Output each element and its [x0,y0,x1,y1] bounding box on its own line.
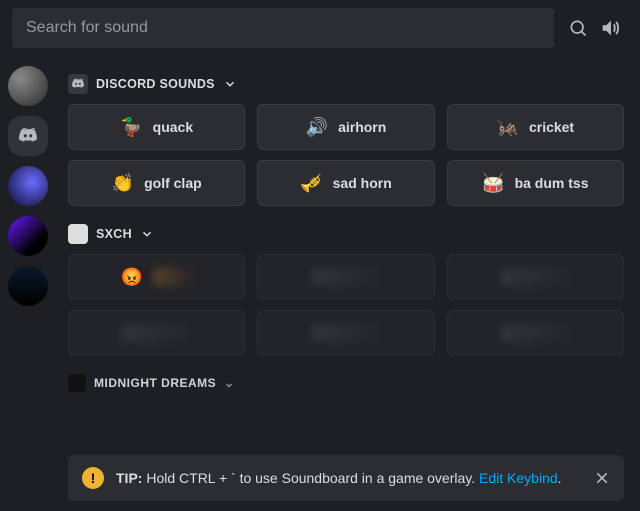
duck-icon: 🦆 [120,118,142,136]
sound-sad-horn[interactable]: 🎺 sad horn [257,160,434,206]
sound-quack[interactable]: 🦆 quack [68,104,245,150]
discord-logo-icon [68,74,88,94]
search-input[interactable] [12,8,554,48]
section-title: SXCH [96,227,132,241]
clap-icon: 👏 [112,174,134,192]
sound-label: cricket [529,119,574,135]
section-header-discord[interactable]: DISCORD SOUNDS [68,74,624,94]
locked-label [500,268,570,286]
sound-label: airhorn [338,119,386,135]
sound-locked[interactable] [447,310,624,356]
soundboard-content: DISCORD SOUNDS 🦆 quack 🔊 airhorn 🦗 crick… [56,56,640,511]
trumpet-icon: 🎺 [300,174,322,192]
search-bar [0,0,640,56]
close-icon[interactable] [590,466,614,490]
locked-label [311,268,381,286]
sound-grid-sxch: 😡 [68,254,624,356]
sound-locked[interactable] [257,254,434,300]
speaker-icon: 🔊 [306,118,328,136]
sound-locked[interactable] [447,254,624,300]
tip-body: Hold CTRL + ` to use Soundboard in a gam… [146,470,475,486]
sound-label: quack [153,119,193,135]
drum-icon: 🥁 [482,174,504,192]
server-avatar[interactable] [8,216,48,256]
tip-prefix: TIP: [116,470,142,486]
section-title: MIDNIGHT DREAMS [94,376,216,390]
edit-keybind-link[interactable]: Edit Keybind [479,470,558,486]
section-header-midnight[interactable]: MIDNIGHT DREAMS ⌄ [68,374,624,392]
sound-locked[interactable] [68,310,245,356]
sound-cricket[interactable]: 🦗 cricket [447,104,624,150]
sound-golf-clap[interactable]: 👏 golf clap [68,160,245,206]
cricket-icon: 🦗 [497,118,519,136]
sound-locked[interactable]: 😡 [68,254,245,300]
sound-label: ba dum tss [515,175,589,191]
search-icon[interactable] [562,12,594,44]
locked-label [122,324,192,342]
volume-icon[interactable] [594,12,626,44]
sound-grid-discord: 🦆 quack 🔊 airhorn 🦗 cricket 👏 golf clap … [68,104,624,206]
section-header-sxch[interactable]: SXCH [68,224,624,244]
tip-banner: ! TIP: Hold CTRL + ` to use Soundboard i… [68,455,624,501]
locked-label [311,324,381,342]
section-title: DISCORD SOUNDS [96,77,215,91]
server-avatar[interactable] [8,66,48,106]
sound-label: golf clap [144,175,202,191]
warning-icon: ! [82,467,104,489]
sound-label: sad horn [333,175,392,191]
server-avatar[interactable] [8,166,48,206]
locked-label [500,324,570,342]
chevron-down-icon: ⌄ [224,376,235,390]
server-icon [68,224,88,244]
chevron-down-icon [140,227,154,241]
sound-locked[interactable] [257,310,434,356]
angry-icon: 😡 [120,268,142,286]
server-rail [0,56,56,511]
tip-text: TIP: Hold CTRL + ` to use Soundboard in … [116,469,562,488]
server-discord[interactable] [8,116,48,156]
server-icon [68,374,86,392]
locked-label [153,268,193,286]
tip-suffix: . [558,470,562,486]
chevron-down-icon [223,77,237,91]
sound-ba-dum-tss[interactable]: 🥁 ba dum tss [447,160,624,206]
sound-airhorn[interactable]: 🔊 airhorn [257,104,434,150]
server-avatar[interactable] [8,266,48,306]
